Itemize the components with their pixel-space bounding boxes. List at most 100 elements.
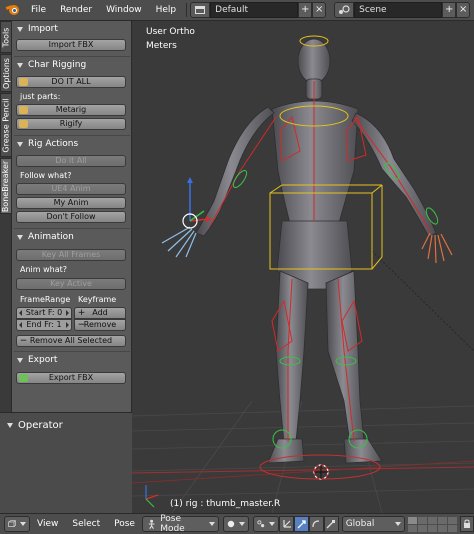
- layer-button[interactable]: [448, 516, 458, 524]
- export-check-icon: [19, 374, 28, 382]
- viewport-header: View Select Pose Pose Mode Global: [0, 513, 474, 534]
- key-all-frames-button[interactable]: Key All Frames: [16, 249, 126, 261]
- menu-window[interactable]: Window: [99, 0, 149, 21]
- scene-field[interactable]: Scene: [354, 2, 443, 18]
- 3d-viewport[interactable]: User Ortho Meters (1) rig : thumb_master…: [132, 21, 474, 513]
- screen-layout-field[interactable]: Default: [210, 2, 299, 18]
- keyframe-label: Keyframe: [78, 295, 117, 304]
- menu-pose[interactable]: Pose: [107, 514, 142, 534]
- remove-all-selected-button[interactable]: − Remove All Selected: [16, 335, 126, 347]
- scale-manipulator-button[interactable]: [323, 516, 339, 532]
- layer-button[interactable]: [418, 524, 428, 532]
- collapse-triangle-icon: [7, 422, 13, 428]
- section-title: Operator: [18, 419, 63, 431]
- manipulator-toggle-button[interactable]: [279, 516, 295, 532]
- rigify-button[interactable]: Rigify: [16, 118, 126, 130]
- pivot-icon: [257, 520, 265, 528]
- divider: [186, 3, 188, 17]
- collapse-triangle-icon: [17, 26, 23, 32]
- 3d-cursor-icon[interactable]: [313, 464, 329, 480]
- ue4-anim-button[interactable]: UE4 Anim: [16, 183, 126, 195]
- section-char-rigging-header[interactable]: Char Rigging: [14, 57, 130, 73]
- tab-bonebreaker[interactable]: BoneBreaker: [0, 158, 12, 214]
- lock-camera-button[interactable]: [460, 516, 474, 532]
- menu-render[interactable]: Render: [53, 0, 99, 21]
- increment-arrow-icon[interactable]: [66, 310, 69, 316]
- mode-dropdown[interactable]: Pose Mode: [141, 514, 220, 534]
- translate-arrow-icon: [297, 520, 306, 529]
- do-it-all-button[interactable]: DO IT ALL: [16, 76, 126, 88]
- section-import-header[interactable]: Import: [14, 21, 130, 37]
- decrement-arrow-icon[interactable]: [19, 322, 22, 328]
- transform-orientation-dropdown[interactable]: Global: [341, 516, 406, 532]
- translate-manipulator-button[interactable]: [294, 516, 309, 532]
- layer-button[interactable]: [408, 524, 418, 532]
- tab-grease-pencil[interactable]: Grease Pencil: [0, 93, 12, 157]
- manipulator-icon: [283, 520, 291, 528]
- armature-icon: [19, 120, 28, 128]
- armature-icon: [19, 106, 28, 114]
- metarig-button[interactable]: Metarig: [16, 104, 126, 116]
- start-frame-field[interactable]: Start F: 0: [16, 307, 72, 319]
- character-mesh[interactable]: [195, 38, 437, 464]
- operator-panel: Operator: [0, 412, 132, 513]
- scene-icon[interactable]: [334, 2, 355, 18]
- active-bone-status: (1) rig : thumb_master.R: [170, 499, 281, 509]
- minus-icon: −: [77, 320, 86, 330]
- scene-selector[interactable]: Scene + ×: [334, 2, 471, 18]
- rig-do-it-all-button[interactable]: Do it All: [16, 155, 126, 167]
- decrement-arrow-icon[interactable]: [19, 310, 22, 316]
- hand-bones-right[interactable]: [421, 232, 453, 264]
- section-rig-actions-header[interactable]: Rig Actions: [14, 136, 130, 152]
- follow-what-label: Follow what?: [20, 171, 72, 180]
- end-frame-field[interactable]: End Fr: 1: [16, 319, 72, 331]
- section-export-header[interactable]: Export: [14, 352, 130, 368]
- delete-scene-button[interactable]: ×: [456, 2, 471, 18]
- add-keyframe-button[interactable]: + Add: [74, 307, 126, 319]
- dont-follow-button[interactable]: Don't Follow: [16, 211, 126, 223]
- just-parts-label: just parts:: [20, 92, 61, 101]
- top-header: File Render Window Help Default + × Scen…: [0, 0, 474, 21]
- rotate-manipulator-button[interactable]: [308, 516, 324, 532]
- remove-keyframe-button[interactable]: − Remove: [74, 319, 126, 331]
- layer-button[interactable]: [448, 524, 458, 532]
- tab-tools[interactable]: Tools: [0, 21, 12, 53]
- hand-bones-left[interactable]: [161, 226, 197, 258]
- delete-screen-button[interactable]: ×: [312, 2, 327, 18]
- menu-help[interactable]: Help: [149, 0, 184, 21]
- layer-button[interactable]: [428, 516, 438, 524]
- layer-buttons[interactable]: [408, 516, 458, 532]
- section-animation-header[interactable]: Animation: [14, 229, 130, 245]
- layer-button[interactable]: [438, 516, 448, 524]
- pivot-dropdown[interactable]: [253, 516, 280, 532]
- collapse-triangle-icon: [17, 62, 23, 68]
- blender-logo-icon[interactable]: [4, 2, 24, 18]
- tab-options[interactable]: Options: [0, 54, 12, 92]
- add-scene-button[interactable]: +: [442, 2, 457, 18]
- increment-arrow-icon[interactable]: [66, 322, 69, 328]
- key-active-button[interactable]: Key Active: [16, 278, 126, 290]
- dropdown-arrow-icon: [209, 522, 216, 526]
- viewport-shading-dropdown[interactable]: [223, 516, 250, 532]
- view-name-label: User Ortho: [146, 27, 195, 37]
- layer-button[interactable]: [428, 524, 438, 532]
- layer-button[interactable]: [408, 516, 418, 524]
- dropdown-arrow-icon: [395, 522, 402, 526]
- operator-header[interactable]: Operator: [4, 417, 120, 433]
- editor-type-dropdown[interactable]: [4, 516, 30, 532]
- screen-layout-selector[interactable]: Default + ×: [190, 2, 327, 18]
- menu-view[interactable]: View: [30, 514, 65, 534]
- layer-button[interactable]: [418, 516, 428, 524]
- my-anim-button[interactable]: My Anim: [16, 197, 126, 209]
- export-fbx-button[interactable]: Export FBX: [16, 372, 126, 384]
- add-screen-button[interactable]: +: [298, 2, 313, 18]
- menu-select[interactable]: Select: [65, 514, 107, 534]
- import-fbx-button[interactable]: Import FBX: [16, 39, 126, 51]
- dropdown-arrow-icon: [269, 522, 276, 526]
- menu-file[interactable]: File: [24, 0, 53, 21]
- units-label: Meters: [146, 41, 177, 51]
- screen-layout-icon[interactable]: [190, 2, 211, 18]
- layer-button[interactable]: [438, 524, 448, 532]
- transform-manipulator[interactable]: [182, 177, 212, 229]
- minus-icon: −: [19, 336, 28, 346]
